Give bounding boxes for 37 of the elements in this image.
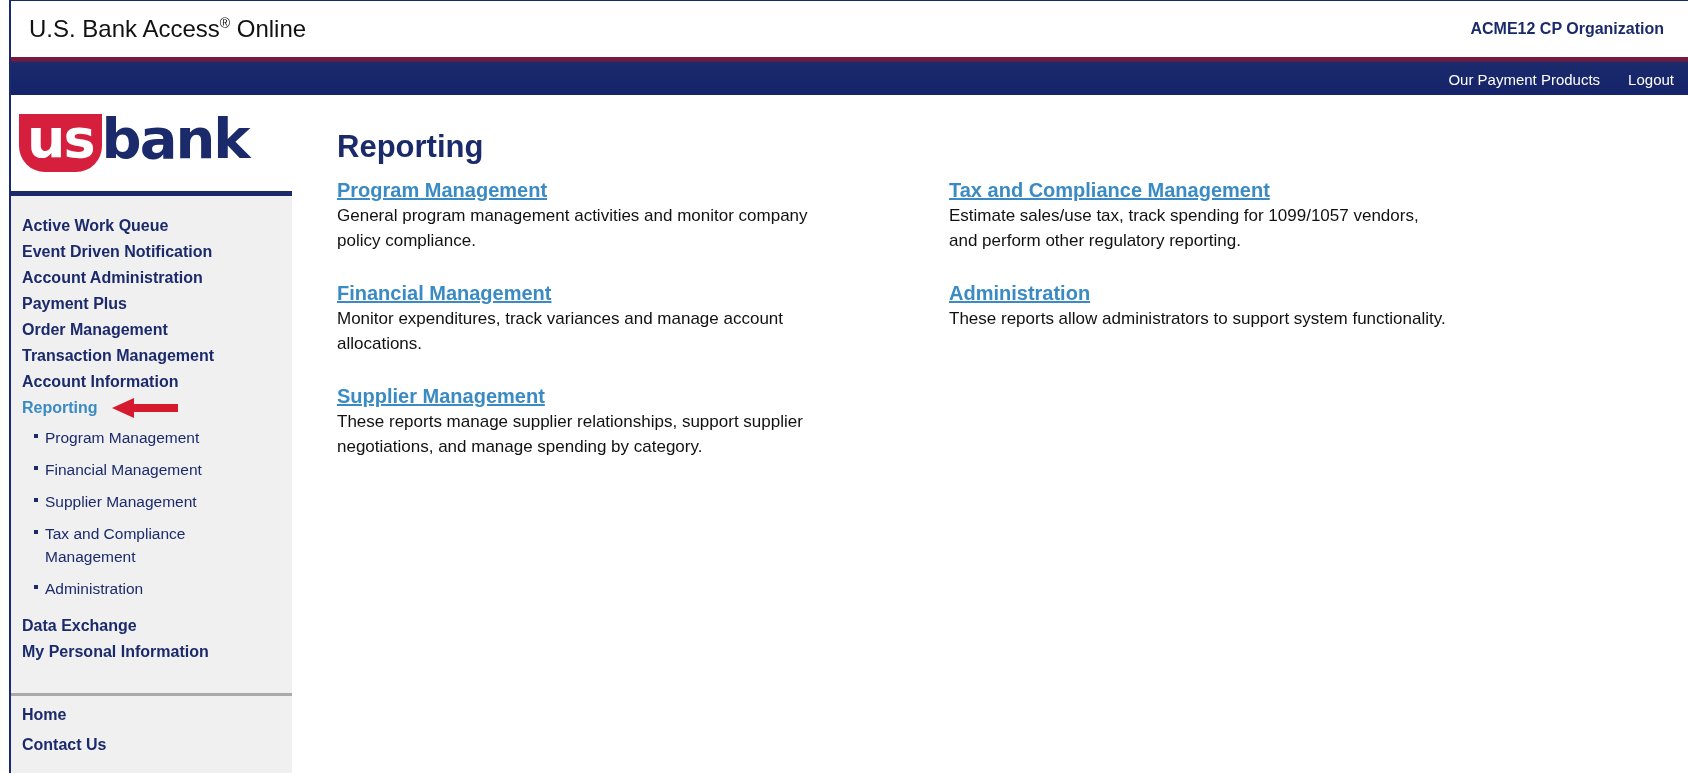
sidebar-link[interactable]: Active Work Queue — [22, 217, 169, 235]
sidebar-sublink[interactable]: Supplier Management — [45, 490, 235, 513]
sidebar-sublink[interactable]: Administration — [45, 577, 235, 600]
nav-link[interactable]: Logout — [1628, 70, 1674, 88]
app-title: U.S. Bank Access$^{®}$ Online — [29, 15, 307, 43]
bullet-icon — [34, 434, 38, 438]
sidebar-sublink[interactable]: Program Management — [45, 426, 235, 449]
category-description: Monitor expenditures, track variances and manage account allocations. — [337, 308, 785, 355]
page-heading: Reporting — [337, 129, 485, 165]
report-category-link[interactable]: Supplier Management — [337, 385, 545, 407]
sidebar-sublink[interactable]: Tax and Compliance Management — [45, 522, 235, 568]
category-description: General program management activities and monitor company policy compliance. — [337, 205, 809, 252]
report-category-link[interactable]: Program Management — [337, 179, 548, 201]
sidebar-link[interactable]: Account Administration — [22, 269, 203, 287]
sidebar-link[interactable]: Event Driven Notification — [22, 243, 213, 261]
report-category-link[interactable]: Tax and Compliance Management — [949, 179, 1270, 201]
sidebar-link[interactable]: Payment Plus — [22, 295, 127, 313]
bullet-icon — [34, 530, 38, 534]
sidebar-link[interactable]: Transaction Management — [22, 347, 215, 365]
bullet-icon — [34, 466, 38, 470]
bank-logo: us bank — [19, 114, 249, 172]
bullet-icon — [34, 585, 38, 589]
sidebar-link[interactable]: Data Exchange — [22, 617, 137, 635]
report-category-link[interactable]: Administration — [949, 282, 1091, 304]
sidebar-link[interactable]: My Personal Information — [22, 643, 209, 661]
nav-link[interactable]: Our Payment Products — [1448, 70, 1601, 88]
sidebar-link[interactable]: Home — [11, 706, 292, 724]
bullet-icon — [34, 498, 38, 502]
category-description: These reports manage supplier relationships, support supplier negotiations, and manage spending by category. — [337, 411, 804, 458]
sidebar-sublink[interactable]: Financial Management — [45, 458, 235, 481]
sidebar-link[interactable]: Order Management — [22, 321, 168, 339]
organization-name: ACME12 CP Organization — [1470, 20, 1664, 38]
sidebar-link[interactable]: Contact Us — [11, 736, 292, 754]
category-description: These reports allow administrators to support system functionality. — [949, 308, 1447, 330]
category-description: Estimate sales/use tax, track spending for 1099/1057 vendors, and perform other regulatory reporting. — [949, 205, 1420, 252]
report-category-link[interactable]: Financial Management — [337, 282, 552, 304]
sidebar-link[interactable]: Account Information — [22, 373, 179, 391]
